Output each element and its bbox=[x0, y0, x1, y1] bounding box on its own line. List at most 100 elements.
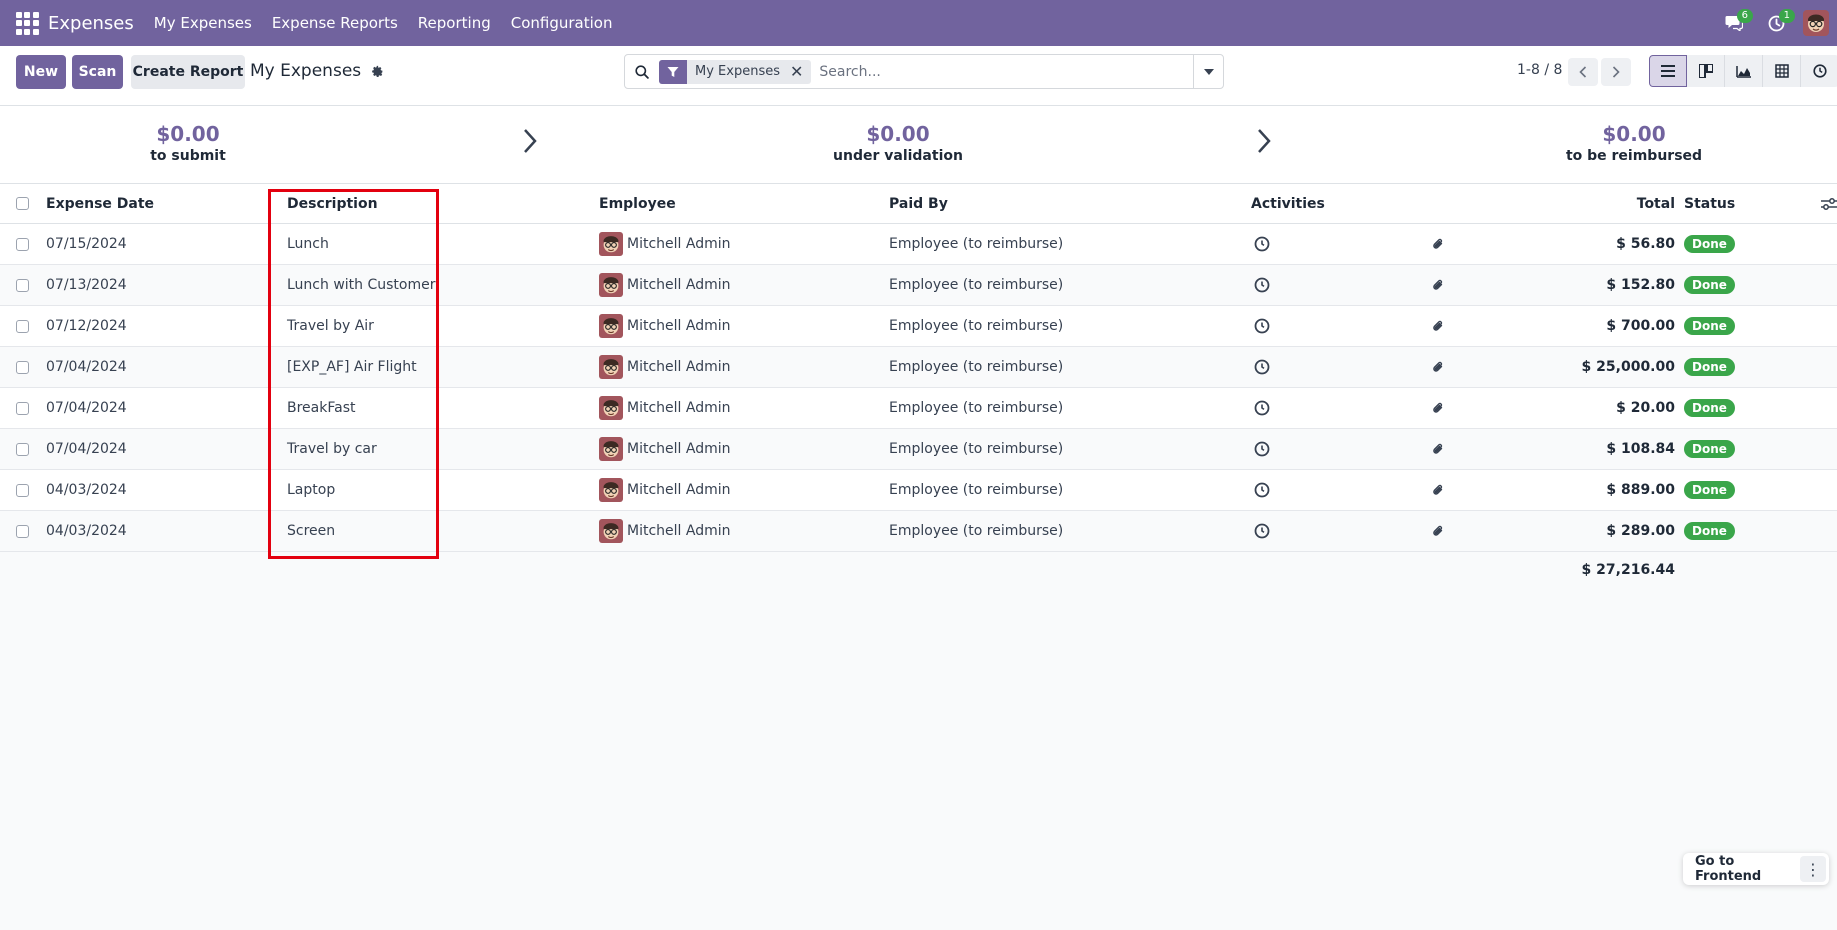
employee-cell[interactable]: Mitchell Admin bbox=[599, 511, 731, 551]
activity-clock-icon[interactable] bbox=[1254, 511, 1270, 551]
activity-clock-icon[interactable] bbox=[1254, 429, 1270, 469]
activity-clock-icon[interactable] bbox=[1254, 388, 1270, 428]
paid-by: Employee (to reimburse) bbox=[889, 236, 1064, 252]
attachment-icon[interactable] bbox=[1432, 388, 1444, 428]
column-status[interactable]: Status bbox=[1684, 184, 1735, 223]
employee-cell[interactable]: Mitchell Admin bbox=[599, 265, 731, 305]
kanban-view-button[interactable] bbox=[1687, 55, 1725, 87]
kanban-icon bbox=[1698, 64, 1713, 78]
more-options-icon[interactable]: ⋮ bbox=[1800, 856, 1826, 882]
activities-button[interactable]: 1 bbox=[1761, 8, 1795, 38]
pager-next-button[interactable] bbox=[1601, 58, 1631, 86]
table-row[interactable]: 07/13/2024 Lunch with Customer Mitchell Ad… bbox=[0, 265, 1837, 306]
search-options-toggle[interactable] bbox=[1193, 55, 1223, 88]
attachment-icon[interactable] bbox=[1432, 470, 1444, 510]
status-badge: Done bbox=[1684, 522, 1735, 540]
table-row[interactable]: 07/04/2024 [EXP_AF] Air Flight Mitchell Ad… bbox=[0, 347, 1837, 388]
activity-clock-icon[interactable] bbox=[1254, 470, 1270, 510]
column-activities[interactable]: Activities bbox=[1251, 184, 1325, 223]
column-employee[interactable]: Employee bbox=[599, 184, 676, 223]
menu-expense-reports[interactable]: Expense Reports bbox=[272, 14, 398, 32]
column-paid-by[interactable]: Paid By bbox=[889, 184, 948, 223]
optional-columns-toggle[interactable] bbox=[1821, 184, 1837, 223]
employee-cell[interactable]: Mitchell Admin bbox=[599, 470, 731, 510]
menu-my-expenses[interactable]: My Expenses bbox=[154, 14, 252, 32]
activity-view-button[interactable] bbox=[1801, 55, 1837, 87]
attachment-icon[interactable] bbox=[1432, 306, 1444, 346]
paid-by: Employee (to reimburse) bbox=[889, 359, 1064, 375]
row-checkbox[interactable] bbox=[16, 511, 29, 551]
row-checkbox[interactable] bbox=[16, 265, 29, 305]
pager-previous-button[interactable] bbox=[1568, 58, 1598, 86]
search-input[interactable]: Search... bbox=[819, 64, 1193, 80]
summary-label: under validation bbox=[833, 148, 963, 164]
messages-button[interactable]: 6 bbox=[1719, 8, 1753, 38]
row-checkbox[interactable] bbox=[16, 224, 29, 264]
paid-by: Employee (to reimburse) bbox=[889, 400, 1064, 416]
attachment-icon[interactable] bbox=[1432, 347, 1444, 387]
filter-facet-label: My Expenses bbox=[695, 64, 780, 79]
go-to-frontend-button[interactable]: Go to Frontend bbox=[1683, 854, 1800, 884]
row-checkbox[interactable] bbox=[16, 306, 29, 346]
employee-name: Mitchell Admin bbox=[627, 482, 731, 498]
user-avatar[interactable] bbox=[1803, 10, 1829, 36]
paid-by: Employee (to reimburse) bbox=[889, 277, 1064, 293]
status-badge: Done bbox=[1684, 358, 1735, 376]
column-expense-date[interactable]: Expense Date bbox=[46, 184, 154, 223]
menu-configuration[interactable]: Configuration bbox=[511, 14, 613, 32]
summary-under-validation[interactable]: $0.00 under validation bbox=[768, 122, 1028, 164]
activity-clock-icon[interactable] bbox=[1254, 265, 1270, 305]
row-checkbox[interactable] bbox=[16, 429, 29, 469]
apps-grid-icon[interactable] bbox=[14, 10, 40, 36]
attachment-icon[interactable] bbox=[1432, 265, 1444, 305]
status-cell: Done bbox=[1684, 429, 1735, 469]
attachment-icon[interactable] bbox=[1432, 429, 1444, 469]
paid-by: Employee (to reimburse) bbox=[889, 318, 1064, 334]
employee-cell[interactable]: Mitchell Admin bbox=[599, 429, 731, 469]
employee-cell[interactable]: Mitchell Admin bbox=[599, 347, 731, 387]
menu-reporting[interactable]: Reporting bbox=[418, 14, 491, 32]
pager-value[interactable]: 1-8 / 8 bbox=[1517, 62, 1562, 78]
select-all-checkbox[interactable] bbox=[16, 184, 29, 223]
employee-cell[interactable]: Mitchell Admin bbox=[599, 388, 731, 428]
employee-name: Mitchell Admin bbox=[627, 400, 731, 416]
new-button[interactable]: New bbox=[16, 55, 66, 89]
attachment-icon[interactable] bbox=[1432, 511, 1444, 551]
expense-date: 04/03/2024 bbox=[46, 523, 127, 539]
scan-button[interactable]: Scan bbox=[72, 55, 123, 89]
remove-filter-icon[interactable]: ✕ bbox=[790, 62, 811, 81]
row-checkbox[interactable] bbox=[16, 470, 29, 510]
table-row[interactable]: 07/04/2024 BreakFast Mitchell Admin Employe… bbox=[0, 388, 1837, 429]
table-row[interactable]: 07/15/2024 Lunch Mitchell Admin Employee (t… bbox=[0, 224, 1837, 265]
chevron-right-icon bbox=[1612, 66, 1620, 78]
attachment-icon[interactable] bbox=[1432, 224, 1444, 264]
row-checkbox[interactable] bbox=[16, 388, 29, 428]
gear-icon[interactable] bbox=[371, 65, 384, 78]
activity-clock-icon[interactable] bbox=[1254, 347, 1270, 387]
row-checkbox[interactable] bbox=[16, 347, 29, 387]
summary-to-submit[interactable]: $0.00 to submit bbox=[58, 122, 318, 164]
employee-cell[interactable]: Mitchell Admin bbox=[599, 306, 731, 346]
graph-view-button[interactable] bbox=[1725, 55, 1763, 87]
table-row[interactable]: 07/04/2024 Travel by car Mitchell Admin Emp… bbox=[0, 429, 1837, 470]
avatar bbox=[599, 437, 623, 461]
list-view-button[interactable] bbox=[1649, 55, 1687, 87]
column-total[interactable]: Total bbox=[1560, 184, 1675, 223]
pivot-view-button[interactable] bbox=[1763, 55, 1801, 87]
table-row[interactable]: 04/03/2024 Laptop Mitchell Admin Employee (… bbox=[0, 470, 1837, 511]
create-report-button[interactable]: Create Report bbox=[131, 55, 245, 89]
employee-cell[interactable]: Mitchell Admin bbox=[599, 224, 731, 264]
activity-clock-icon[interactable] bbox=[1254, 224, 1270, 264]
expense-total: $ 20.00 bbox=[1616, 400, 1675, 416]
activity-clock-icon[interactable] bbox=[1254, 306, 1270, 346]
app-brand[interactable]: Expenses bbox=[48, 13, 134, 34]
summary-label: to be reimbursed bbox=[1565, 148, 1703, 164]
avatar bbox=[599, 314, 623, 338]
summary-to-be-reimbursed[interactable]: $0.00 to be reimbursed bbox=[1504, 122, 1764, 164]
expense-date: 04/03/2024 bbox=[46, 482, 127, 498]
column-description[interactable]: Description bbox=[287, 184, 378, 223]
expense-description: Lunch with Customer bbox=[287, 277, 436, 293]
table-row[interactable]: 04/03/2024 Screen Mitchell Admin Employee (… bbox=[0, 511, 1837, 552]
table-row[interactable]: 07/12/2024 Travel by Air Mitchell Admin Emp… bbox=[0, 306, 1837, 347]
paid-by: Employee (to reimburse) bbox=[889, 441, 1064, 457]
